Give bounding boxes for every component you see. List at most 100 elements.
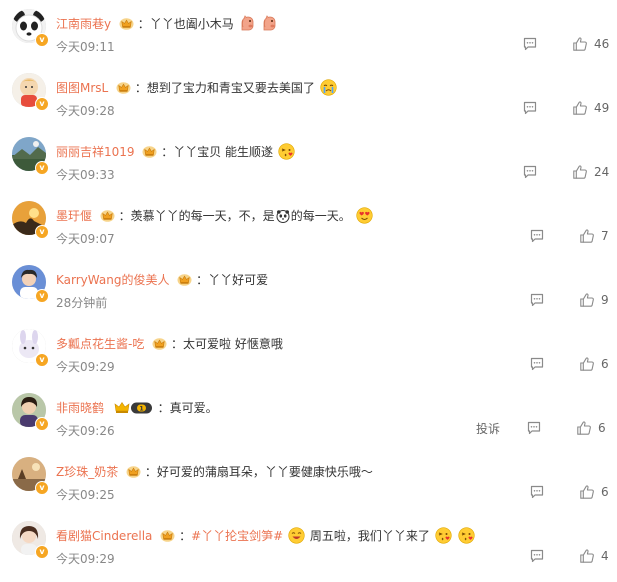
topic-link[interactable]: #丫丫抡宝剑笋# xyxy=(191,529,283,543)
comment-icon[interactable] xyxy=(522,164,538,180)
crown-badge-icon xyxy=(126,465,141,478)
comment-actions: 24 xyxy=(522,162,609,182)
like-count: 49 xyxy=(594,101,610,115)
comment-actions: 49 xyxy=(522,98,609,118)
report-button[interactable]: 投诉 xyxy=(476,420,500,437)
comment-actions: 46 xyxy=(522,34,609,54)
comment-text: ：想到了宝力和青宝又要去美国了 xyxy=(134,81,315,95)
comment-time: 今天09:26 xyxy=(56,424,115,438)
comment-actions: 7 xyxy=(529,226,609,246)
comment-icon[interactable] xyxy=(529,228,545,244)
crown-badge-icon xyxy=(142,145,157,158)
username[interactable]: 墨玗偃 xyxy=(56,209,92,223)
thumbs-up-icon[interactable] xyxy=(572,100,588,116)
thumbs-up-icon[interactable] xyxy=(572,164,588,180)
comment-text: ：真可爱。 xyxy=(157,401,218,415)
vip-level: 1 xyxy=(139,404,144,412)
like-count: 6 xyxy=(598,421,606,435)
pony-emoji-icon xyxy=(239,15,256,32)
comment-time: 今天09:33 xyxy=(56,168,115,182)
kiss-emoji-icon xyxy=(278,143,295,160)
comment-text-prefix: ： xyxy=(179,529,192,543)
comment-actions: 6 xyxy=(529,354,609,374)
username[interactable]: 看剧猫Cinderella xyxy=(56,529,152,543)
comment-text: ：丫丫也阖小木马 xyxy=(137,17,234,31)
comment-icon[interactable] xyxy=(529,548,545,564)
verified-badge-icon: v xyxy=(35,289,49,303)
username[interactable]: 江南雨巷y xyxy=(56,17,111,31)
comment-icon[interactable] xyxy=(522,100,538,116)
comment-item: v 看剧猫Cinderella ：#丫丫抡宝剑笋# 周五啦，我们丫丫来了 今天0… xyxy=(0,518,617,582)
username[interactable]: 非雨晓鹤 xyxy=(56,401,104,415)
comment-text-continued: 的每一天。 xyxy=(290,209,351,223)
kiss-emoji-icon xyxy=(458,527,475,544)
crying-emoji-icon xyxy=(320,79,337,96)
comment-item: v Z珍珠_奶茶 ：好可爱的蒲扇耳朵，丫丫要健康快乐哦～ 今天09:25 6 xyxy=(0,454,617,518)
comment-item: v 非雨晓鹤 1 ：真可爱。 今天09:26 投诉 6 xyxy=(0,390,617,454)
crown-badge-icon xyxy=(119,17,134,30)
verified-badge-icon: v xyxy=(35,417,49,431)
thumbs-up-icon[interactable] xyxy=(572,36,588,52)
verified-badge-icon: v xyxy=(35,545,49,559)
verified-badge-icon: v xyxy=(35,353,49,367)
comment-time: 今天09:29 xyxy=(56,360,115,374)
comment-text: 周五啦，我们丫丫来了 xyxy=(309,529,430,543)
username[interactable]: 图图MrsL xyxy=(56,81,108,95)
username[interactable]: Z珍珠_奶茶 xyxy=(56,465,118,479)
heart-eyes-emoji-icon xyxy=(356,207,373,224)
comment-time: 今天09:11 xyxy=(56,40,115,54)
comment-icon[interactable] xyxy=(522,36,538,52)
thumbs-up-icon[interactable] xyxy=(579,228,595,244)
comment-item: v 图图MrsL ：想到了宝力和青宝又要去美国了 今天09:28 49 xyxy=(0,70,617,134)
username[interactable]: KarryWang的俊美人 xyxy=(56,273,169,287)
like-count: 7 xyxy=(601,229,609,243)
vip-level-badge-icon: 1 xyxy=(114,401,152,413)
thumbs-up-icon[interactable] xyxy=(579,356,595,372)
kiss-emoji-icon xyxy=(435,527,452,544)
comment-text: ：太可爱啦 好惬意哦 xyxy=(171,337,283,351)
comment-time: 今天09:29 xyxy=(56,552,115,566)
thumbs-up-icon[interactable] xyxy=(576,420,592,436)
comment-icon[interactable] xyxy=(529,484,545,500)
like-count: 6 xyxy=(601,485,609,499)
comment-time: 28分钟前 xyxy=(56,296,108,310)
like-count: 4 xyxy=(601,549,609,563)
thumbs-up-icon[interactable] xyxy=(579,484,595,500)
comment-item: v 丽丽吉祥1019 ：丫丫宝贝 能生顺遂 今天09:33 24 xyxy=(0,134,617,198)
username[interactable]: 丽丽吉祥1019 xyxy=(56,145,135,159)
crown-badge-icon xyxy=(100,209,115,222)
like-count: 46 xyxy=(594,37,610,51)
verified-badge-icon: v xyxy=(35,161,49,175)
crown-badge-icon xyxy=(116,81,131,94)
comment-time: 今天09:25 xyxy=(56,488,115,502)
comment-actions: 4 xyxy=(529,546,609,566)
comment-text: ：羡慕丫丫的每一天，不，是 xyxy=(118,209,275,223)
comment-icon[interactable] xyxy=(529,356,545,372)
like-count: 24 xyxy=(594,165,610,179)
comment-icon[interactable] xyxy=(529,292,545,308)
thumbs-up-icon[interactable] xyxy=(579,548,595,564)
comment-text: ：丫丫宝贝 能生顺遂 xyxy=(161,145,274,159)
like-count: 9 xyxy=(601,293,609,307)
comment-text: ：丫丫好可爱 xyxy=(196,273,269,287)
comment-item: v 墨玗偃 ：羡慕丫丫的每一天，不，是 的每一天。 今天09:07 7 xyxy=(0,198,617,262)
comment-item: v 多瓤点花生酱-吃 ：太可爱啦 好惬意哦 今天09:29 6 xyxy=(0,326,617,390)
verified-badge-icon: v xyxy=(35,33,49,47)
pony-emoji-icon xyxy=(261,15,278,32)
verified-badge-icon: v xyxy=(35,225,49,239)
comment-time: 今天09:07 xyxy=(56,232,115,246)
comment-item: v KarryWang的俊美人 ：丫丫好可爱 28分钟前 9 xyxy=(0,262,617,326)
comment-actions: 9 xyxy=(529,290,609,310)
like-count: 6 xyxy=(601,357,609,371)
panda-emoji-icon xyxy=(276,209,290,223)
grin-emoji-icon xyxy=(288,527,305,544)
comment-actions: 6 xyxy=(529,482,609,502)
crown-badge-icon xyxy=(152,337,167,350)
comment-actions: 投诉 6 xyxy=(476,418,606,438)
comment-icon[interactable] xyxy=(526,420,542,436)
comment-text: ：好可爱的蒲扇耳朵，丫丫要健康快乐哦～ xyxy=(144,465,373,479)
comment-time: 今天09:28 xyxy=(56,104,115,118)
thumbs-up-icon[interactable] xyxy=(579,292,595,308)
verified-badge-icon: v xyxy=(35,97,49,111)
username[interactable]: 多瓤点花生酱-吃 xyxy=(56,337,144,351)
